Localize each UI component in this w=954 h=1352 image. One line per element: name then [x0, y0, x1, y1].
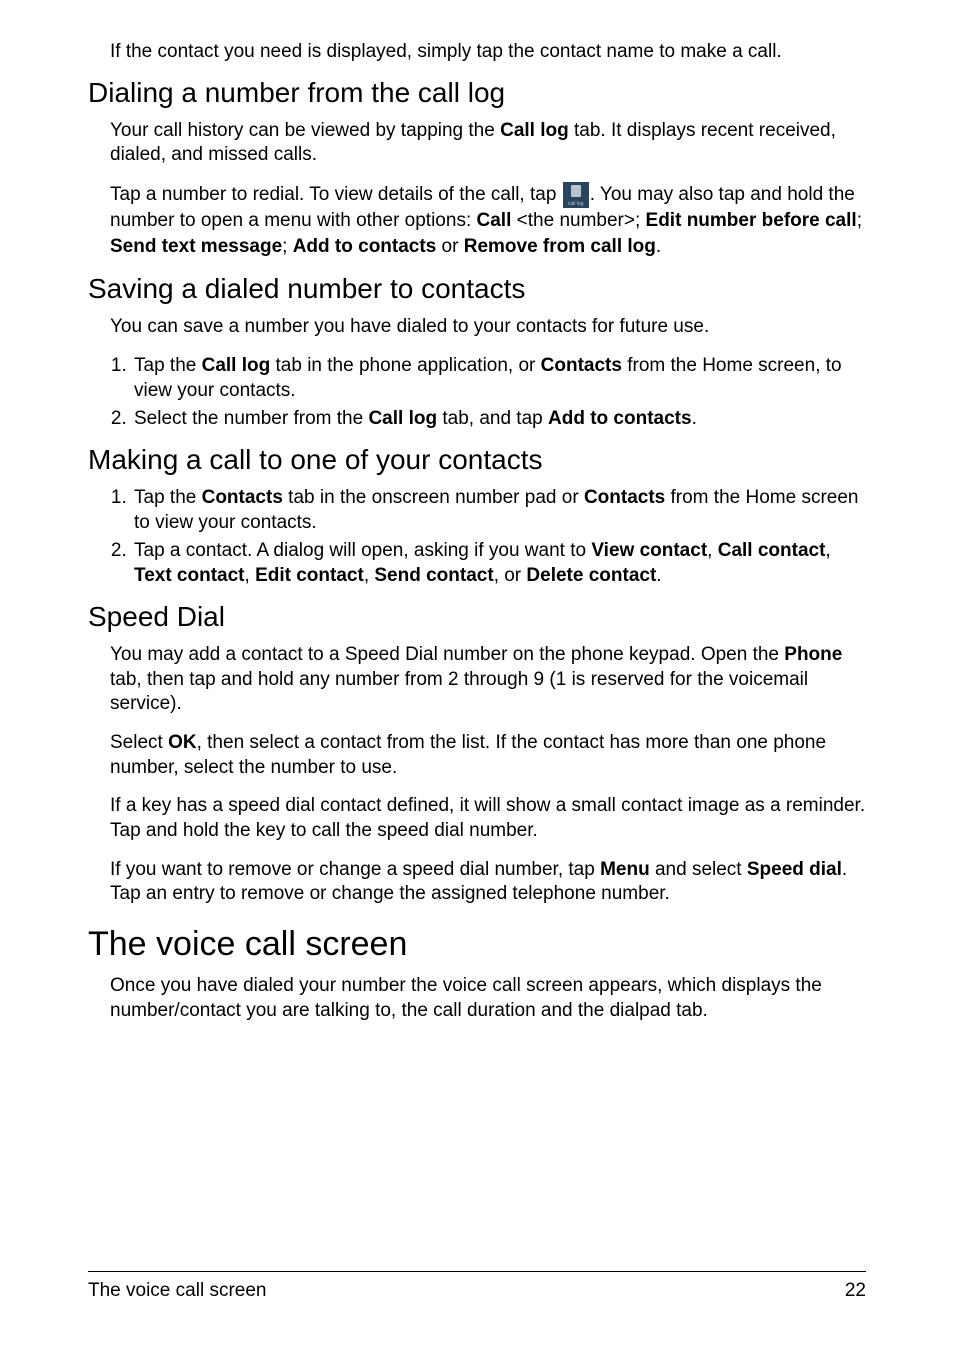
bold: Send contact — [374, 565, 493, 586]
list-item: Select the number from the Call log tab,… — [132, 407, 866, 432]
bold: Call — [477, 210, 512, 231]
text: tab in the phone application, or — [270, 355, 540, 376]
heading-dialing: Dialing a number from the call log — [88, 77, 866, 109]
bold: Contacts — [541, 355, 622, 376]
heading-speed: Speed Dial — [88, 601, 866, 633]
saving-p1: You can save a number you have dialed to… — [110, 315, 866, 340]
bold: Add to contacts — [548, 408, 692, 429]
bold: Delete contact — [526, 565, 656, 586]
footer-line — [88, 1271, 866, 1272]
bold: Call log — [368, 408, 437, 429]
heading-making: Making a call to one of your contacts — [88, 444, 866, 476]
text: <the number>; — [511, 210, 645, 231]
saving-list: Tap the Call log tab in the phone applic… — [110, 354, 866, 432]
text: Tap a number to redial. To view details … — [110, 184, 562, 205]
bold: Call log — [202, 355, 271, 376]
speed-p2: Select OK, then select a contact from th… — [110, 731, 866, 780]
footer-title: The voice call screen — [88, 1280, 266, 1302]
page-number: 22 — [845, 1280, 866, 1302]
bold: Edit contact — [255, 565, 364, 586]
text: ; — [857, 210, 862, 231]
bold: Edit number before call — [646, 210, 857, 231]
list-item: Tap the Call log tab in the phone applic… — [132, 354, 866, 403]
voice-p1: Once you have dialed your number the voi… — [110, 974, 866, 1023]
text: If you want to remove or change a speed … — [110, 859, 600, 880]
text: Your call history can be viewed by tappi… — [110, 120, 500, 141]
text: Tap the — [134, 487, 202, 508]
dialing-p2: Tap a number to redial. To view details … — [110, 182, 866, 259]
bold: Phone — [784, 644, 842, 665]
footer-content: The voice call screen 22 — [88, 1280, 866, 1302]
bold: Remove from call log — [464, 236, 656, 257]
text: , — [245, 565, 256, 586]
text: ; — [282, 236, 293, 257]
text: . — [656, 236, 661, 257]
text: . — [656, 565, 661, 586]
bold: Text contact — [134, 565, 245, 586]
text: , — [364, 565, 375, 586]
speed-p1: You may add a contact to a Speed Dial nu… — [110, 643, 866, 717]
bold: Contacts — [202, 487, 283, 508]
text: , or — [494, 565, 527, 586]
bold: OK — [168, 732, 197, 753]
speed-p3: If a key has a speed dial contact define… — [110, 794, 866, 843]
list-item: Tap the Contacts tab in the onscreen num… — [132, 486, 866, 535]
page-footer: The voice call screen 22 — [88, 1271, 866, 1302]
bold: Call log — [500, 120, 569, 141]
text: . — [692, 408, 697, 429]
text: , — [825, 540, 830, 561]
heading-voice: The voice call screen — [88, 925, 866, 964]
text: tab, and tap — [437, 408, 548, 429]
bold: Add to contacts — [293, 236, 437, 257]
making-list: Tap the Contacts tab in the onscreen num… — [110, 486, 866, 589]
text: tab in the onscreen number pad or — [283, 487, 584, 508]
text: or — [436, 236, 463, 257]
text: You may add a contact to a Speed Dial nu… — [110, 644, 784, 665]
bold: Send text message — [110, 236, 282, 257]
bold: View contact — [591, 540, 707, 561]
heading-saving: Saving a dialed number to contacts — [88, 273, 866, 305]
text: Select — [110, 732, 168, 753]
bold: Menu — [600, 859, 650, 880]
text: tab, then tap and hold any number from 2… — [110, 669, 808, 715]
text: Select the number from the — [134, 408, 368, 429]
text: , — [707, 540, 718, 561]
bold: Contacts — [584, 487, 665, 508]
text: Tap the — [134, 355, 202, 376]
bold: Call contact — [718, 540, 826, 561]
speed-p4: If you want to remove or change a speed … — [110, 858, 866, 907]
text: Tap a contact. A dialog will open, askin… — [134, 540, 591, 561]
call-log-icon — [563, 182, 589, 208]
list-item: Tap a contact. A dialog will open, askin… — [132, 539, 866, 588]
intro-text: If the contact you need is displayed, si… — [110, 40, 866, 65]
text: and select — [650, 859, 747, 880]
text: , then select a contact from the list. I… — [110, 732, 826, 778]
dialing-p1: Your call history can be viewed by tappi… — [110, 119, 866, 168]
bold: Speed dial — [747, 859, 842, 880]
